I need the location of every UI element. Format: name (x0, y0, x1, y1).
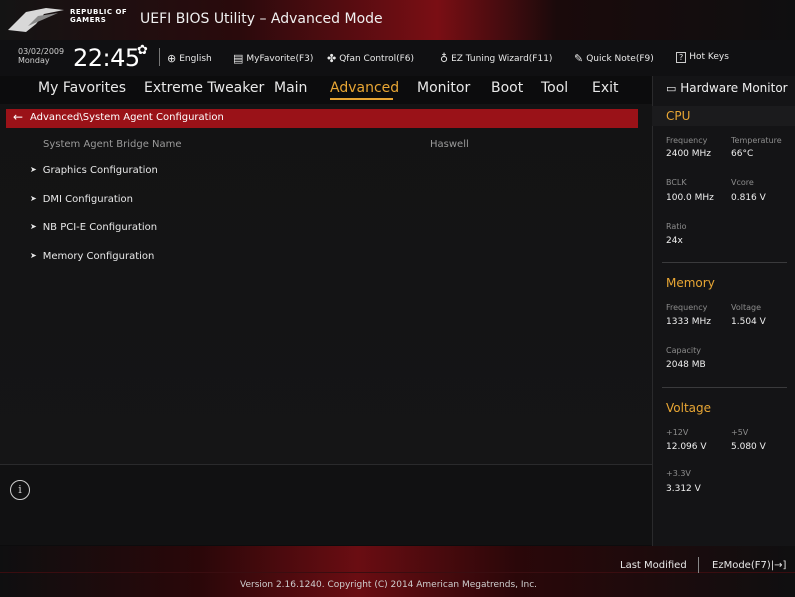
tab-my-favorites[interactable]: My Favorites (38, 80, 126, 96)
cpu-frequency-label: Frequency (666, 136, 708, 145)
capacity-label: Capacity (666, 346, 701, 355)
chevron-right-icon: ➤ (30, 251, 37, 260)
tab-exit[interactable]: Exit (592, 80, 619, 96)
v33-label: +3.3V (666, 469, 691, 478)
monitor-divider (662, 262, 787, 263)
v5-label: +5V (731, 428, 749, 437)
tab-advanced[interactable]: Advanced (330, 80, 399, 96)
ratio-label: Ratio (666, 222, 687, 231)
question-icon: ? (676, 52, 687, 63)
exit-arrow-icon: |→] (770, 560, 787, 571)
submenu-graphics-configuration[interactable]: ➤ Graphics Configuration (30, 165, 158, 176)
v5-value: 5.080 V (731, 442, 766, 452)
memory-voltage-value: 1.504 V (731, 317, 766, 327)
clock[interactable]: 22:45 (73, 44, 140, 72)
brand-text: REPUBLIC OF GAMERS (70, 8, 127, 24)
tab-monitor[interactable]: Monitor (417, 80, 470, 96)
system-agent-bridge-label: System Agent Bridge Name (43, 139, 182, 150)
ez-tuning-label: EZ Tuning Wizard(F11) (451, 54, 553, 64)
system-agent-bridge-value: Haswell (430, 139, 469, 150)
memory-frequency-label: Frequency (666, 303, 708, 312)
date-text: 03/02/2009 (18, 47, 65, 56)
ezmode-label: EzMode(F7) (712, 560, 771, 571)
bclk-label: BCLK (666, 178, 687, 187)
active-tab-underline (330, 98, 393, 100)
myfavorite-button[interactable]: ▤ MyFavorite(F3) (233, 52, 313, 65)
qfan-control-button[interactable]: ✤ Qfan Control(F6) (327, 52, 414, 65)
quick-note-button[interactable]: ✎ Quick Note(F9) (574, 52, 654, 65)
voltage-section-title: Voltage (666, 401, 712, 415)
globe-icon: ⊕ (167, 52, 177, 65)
hardware-monitor-title: ▭ Hardware Monitor (666, 81, 788, 95)
hot-keys-button[interactable]: ? Hot Keys (676, 52, 729, 63)
chevron-right-icon: ➤ (30, 222, 37, 231)
settings-panel (0, 104, 652, 464)
tab-tool[interactable]: Tool (541, 80, 568, 96)
toolbar-divider (159, 48, 160, 66)
chevron-right-icon: ➤ (30, 194, 37, 203)
cpu-section-title: CPU (666, 109, 691, 123)
memory-voltage-label: Voltage (731, 303, 762, 312)
tab-boot[interactable]: Boot (491, 80, 523, 96)
bulb-icon: ♁ (440, 52, 449, 65)
date-display: 03/02/2009 Monday (18, 47, 64, 65)
note-icon: ✎ (574, 52, 584, 65)
tab-main[interactable]: Main (274, 80, 307, 96)
fan-icon: ✤ (327, 52, 337, 65)
chevron-right-icon: ➤ (30, 165, 37, 174)
submenu-label: Graphics Configuration (42, 165, 158, 176)
footer-separator (698, 557, 699, 573)
memory-section-title: Memory (666, 276, 715, 290)
memory-frequency-value: 1333 MHz (666, 317, 712, 327)
vcore-label: Vcore (731, 178, 754, 187)
day-text: Monday (18, 56, 50, 65)
quick-note-label: Quick Note(F9) (586, 54, 654, 64)
version-text: Version 2.16.1240. Copyright (C) 2014 Am… (240, 580, 538, 590)
capacity-value: 2048 MB (666, 360, 706, 370)
myfavorite-label: MyFavorite(F3) (246, 54, 314, 64)
favorite-icon: ▤ (233, 52, 244, 65)
rog-logo-icon (8, 8, 64, 32)
back-arrow-icon[interactable]: ← (13, 110, 23, 124)
v12-value: 12.096 V (666, 442, 707, 452)
help-panel (0, 465, 652, 545)
last-modified-button[interactable]: Last Modified (620, 560, 687, 571)
submenu-memory-configuration[interactable]: ➤ Memory Configuration (30, 251, 154, 262)
submenu-label: NB PCI-E Configuration (42, 222, 158, 233)
cpu-temperature-value: 66°C (731, 149, 754, 159)
hot-keys-label: Hot Keys (689, 52, 729, 62)
monitor-divider (662, 387, 787, 388)
language-button[interactable]: ⊕ English (167, 52, 212, 65)
monitor-icon: ▭ (666, 82, 677, 95)
cpu-frequency-value: 2400 MHz (666, 149, 712, 159)
qfan-label: Qfan Control(F6) (339, 54, 415, 64)
info-icon: i (10, 480, 30, 500)
gear-icon[interactable]: ✿ (137, 43, 148, 58)
submenu-label: DMI Configuration (42, 194, 133, 205)
bclk-value: 100.0 MHz (666, 193, 714, 203)
submenu-nb-pcie-configuration[interactable]: ➤ NB PCI-E Configuration (30, 222, 157, 233)
hardware-monitor-label: Hardware Monitor (680, 81, 788, 95)
cpu-temperature-label: Temperature (731, 136, 782, 145)
tab-extreme-tweaker[interactable]: Extreme Tweaker (144, 80, 264, 96)
app-title: UEFI BIOS Utility – Advanced Mode (140, 11, 383, 27)
v33-value: 3.312 V (666, 484, 701, 494)
language-label: English (179, 54, 212, 64)
ez-tuning-wizard-button[interactable]: ♁ EZ Tuning Wizard(F11) (440, 52, 552, 65)
brand-line1: REPUBLIC OF (70, 8, 128, 16)
v12-label: +12V (666, 428, 689, 437)
ezmode-button[interactable]: EzMode(F7)|→] (712, 560, 786, 571)
vcore-value: 0.816 V (731, 193, 766, 203)
ratio-value: 24x (666, 236, 683, 246)
footer-divider (0, 572, 795, 573)
breadcrumb: Advanced\System Agent Configuration (30, 112, 224, 123)
brand-line2: GAMERS (70, 16, 107, 24)
submenu-dmi-configuration[interactable]: ➤ DMI Configuration (30, 194, 133, 205)
submenu-label: Memory Configuration (42, 251, 155, 262)
